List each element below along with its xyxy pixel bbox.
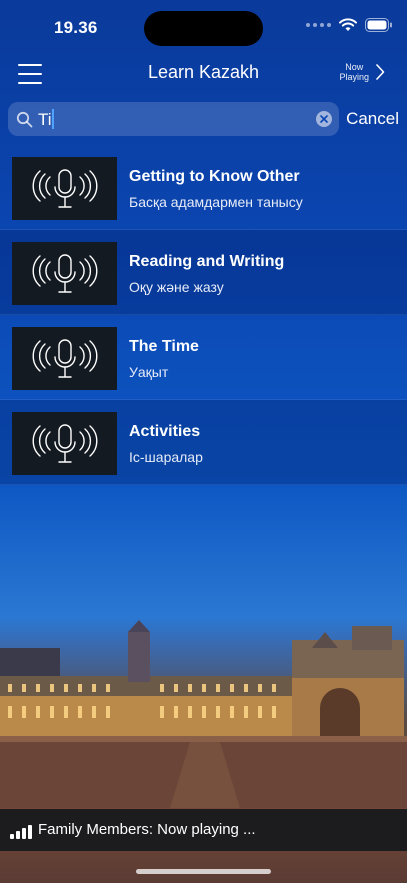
microphone-broadcast-icon — [32, 338, 97, 378]
microphone-broadcast-icon — [32, 253, 97, 293]
list-item-subtitle: Басқа адамдармен танысу — [129, 194, 303, 210]
search-row: Ti Cancel — [8, 102, 399, 136]
thumbnail — [12, 242, 117, 305]
cancel-button[interactable]: Cancel — [346, 109, 399, 129]
battery-icon — [365, 18, 392, 32]
dynamic-island — [144, 11, 263, 46]
list-item-subtitle: Іс-шаралар — [129, 449, 203, 465]
thumbnail — [12, 412, 117, 475]
list-item[interactable]: Reading and Writing Оқу және жазу — [0, 230, 407, 315]
list-item-subtitle: Уақыт — [129, 364, 169, 380]
chevron-right-icon — [376, 64, 385, 80]
list-item[interactable]: Activities Іс-шаралар — [0, 400, 407, 485]
home-indicator[interactable] — [136, 869, 271, 874]
search-icon — [16, 111, 33, 128]
now-playing-button[interactable]: Now Playing — [339, 62, 385, 82]
search-input-value: Ti — [38, 109, 54, 130]
search-input[interactable]: Ti — [8, 102, 339, 136]
list-item-title: The Time — [129, 338, 199, 355]
text-caret — [51, 109, 54, 129]
status-time: 19.36 — [54, 18, 98, 37]
navigation-bar: Learn Kazakh Now Playing — [0, 56, 407, 100]
thumbnail — [12, 157, 117, 220]
list-item[interactable]: The Time Уақыт — [0, 315, 407, 400]
background-building-image — [0, 620, 407, 808]
microphone-broadcast-icon — [32, 168, 97, 208]
wifi-icon — [339, 18, 357, 31]
results-list: Getting to Know Other Басқа адамдармен т… — [0, 145, 407, 485]
clear-icon[interactable] — [316, 111, 332, 127]
list-item-title: Activities — [129, 423, 201, 440]
status-bar: 19.36 — [0, 0, 407, 56]
list-item-title: Getting to Know Other — [129, 168, 300, 185]
microphone-broadcast-icon — [32, 423, 97, 463]
list-item-subtitle: Оқу және жазу — [129, 279, 224, 295]
list-item-title: Reading and Writing — [129, 253, 285, 270]
status-icons — [306, 18, 393, 32]
now-playing-label: Now Playing — [339, 62, 369, 82]
mini-player-bar[interactable]: Family Members: Now playing ... — [0, 809, 407, 851]
thumbnail — [12, 327, 117, 390]
cellular-signal-icon — [306, 23, 331, 27]
search-query: Ti — [38, 110, 52, 129]
list-item[interactable]: Getting to Know Other Басқа адамдармен т… — [0, 145, 407, 230]
mini-player-text: Family Members: Now playing ... — [38, 821, 256, 838]
playing-bars-icon — [10, 825, 32, 839]
